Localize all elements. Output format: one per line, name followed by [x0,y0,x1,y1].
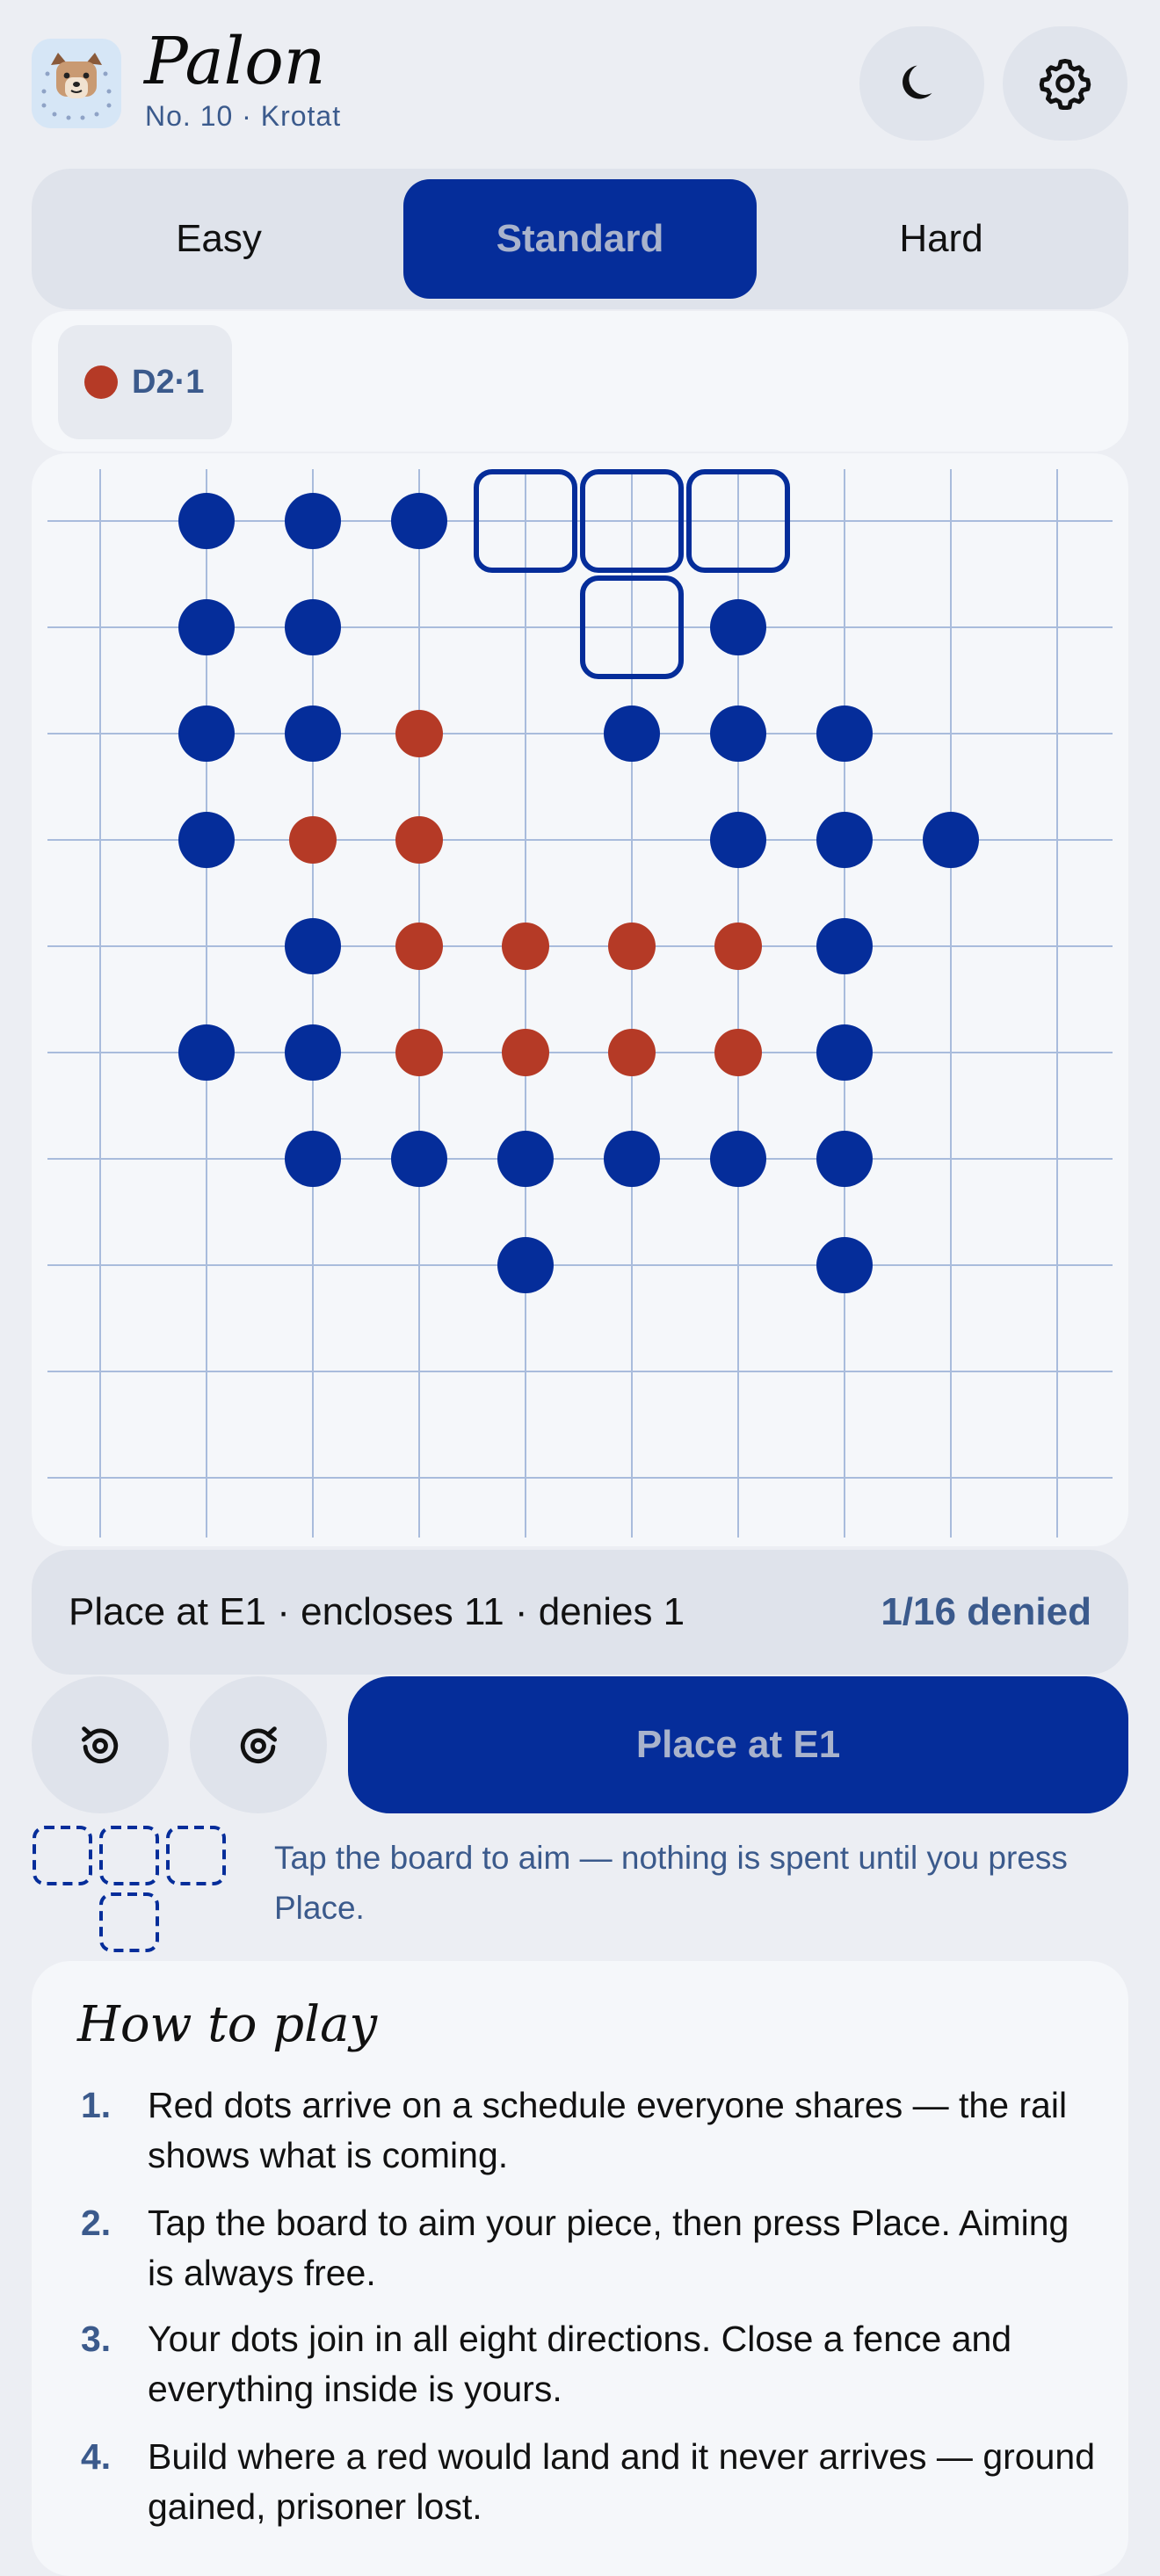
player-dot [285,599,341,655]
schedule-rail: D2·1 [32,311,1128,452]
app-logo-icon [32,39,121,128]
player-dot [285,1024,341,1081]
red-dot [395,710,443,757]
difficulty-selector: Easy Standard Hard [32,169,1128,309]
placement-summary: Place at E1 · encloses 11 · denies 1 [69,1590,685,1633]
how-to-play-title: How to play [77,1996,378,2053]
step-text: Your dots join in all eight directions. … [148,2319,1012,2409]
step-text: Build where a red would land and it neve… [148,2436,1095,2527]
red-dot [395,923,443,970]
moon-icon [903,65,932,99]
settings-button[interactable] [1003,26,1127,141]
redo-button[interactable] [190,1676,327,1813]
red-dot [395,816,443,864]
player-dot [391,1131,447,1187]
player-dot [710,1131,766,1187]
player-dot [285,493,341,549]
list-item: 2. Tap the board to aim your piece, then… [81,2198,1100,2298]
how-to-play-card: How to play 1. Red dots arrive on a sche… [32,1961,1128,2576]
place-button[interactable]: Place at E1 [348,1676,1128,1813]
step-text: Tap the board to aim your piece, then pr… [148,2203,1069,2293]
player-dot [178,706,235,762]
red-dot [608,1029,656,1076]
difficulty-easy[interactable]: Easy [42,179,395,299]
player-dot [178,493,235,549]
denied-counter: 1/16 denied [881,1590,1091,1633]
step-number: 3. [81,2319,112,2359]
player-dot [816,1237,873,1293]
player-dot [391,493,447,549]
player-dot [604,1131,660,1187]
red-dot-icon [84,365,118,399]
player-dot [178,599,235,655]
step-number: 4. [81,2436,112,2477]
list-item: 4. Build where a red would land and it n… [81,2432,1100,2532]
piece-preview-icon [32,1826,243,1960]
player-dot [178,1024,235,1081]
rail-item: D2·1 [58,325,232,439]
gear-icon [1039,59,1091,110]
step-number: 1. [81,2085,112,2125]
puzzle-subtitle: No. 10 · Krotat [145,100,342,132]
red-dot [714,923,762,970]
game-board[interactable] [32,453,1128,1546]
player-dot [285,1131,341,1187]
player-dot [285,706,341,762]
app-title: Palon [144,24,326,99]
status-bar: Place at E1 · encloses 11 · denies 1 1/1… [32,1550,1128,1675]
step-text: Red dots arrive on a schedule everyone s… [148,2085,1068,2175]
list-item: 3. Your dots join in all eight direction… [81,2314,1100,2414]
player-dot [710,706,766,762]
undo-button[interactable] [32,1676,169,1813]
player-dot [816,918,873,974]
player-dot [710,812,766,868]
theme-toggle-button[interactable] [859,26,984,141]
rail-item-label: D2·1 [132,363,205,401]
player-dot [923,812,979,868]
difficulty-standard[interactable]: Standard [403,179,757,299]
player-dot [816,706,873,762]
player-dot [178,812,235,868]
player-dot [816,1131,873,1187]
difficulty-hard[interactable]: Hard [765,179,1118,299]
player-dot [497,1237,554,1293]
player-dot [497,1131,554,1187]
list-item: 1. Red dots arrive on a schedule everyon… [81,2080,1100,2181]
undo-icon [81,1726,119,1763]
player-dot [816,812,873,868]
red-dot [608,923,656,970]
red-dot [395,1029,443,1076]
red-dot [714,1029,762,1076]
red-dot [289,816,337,864]
player-dot [604,706,660,762]
player-dot [285,918,341,974]
player-dot [816,1024,873,1081]
player-dot [710,599,766,655]
redo-icon [240,1726,278,1763]
step-number: 2. [81,2203,112,2243]
aim-hint: Tap the board to aim — nothing is spent … [274,1840,1068,1926]
red-dot [502,923,549,970]
red-dot [502,1029,549,1076]
